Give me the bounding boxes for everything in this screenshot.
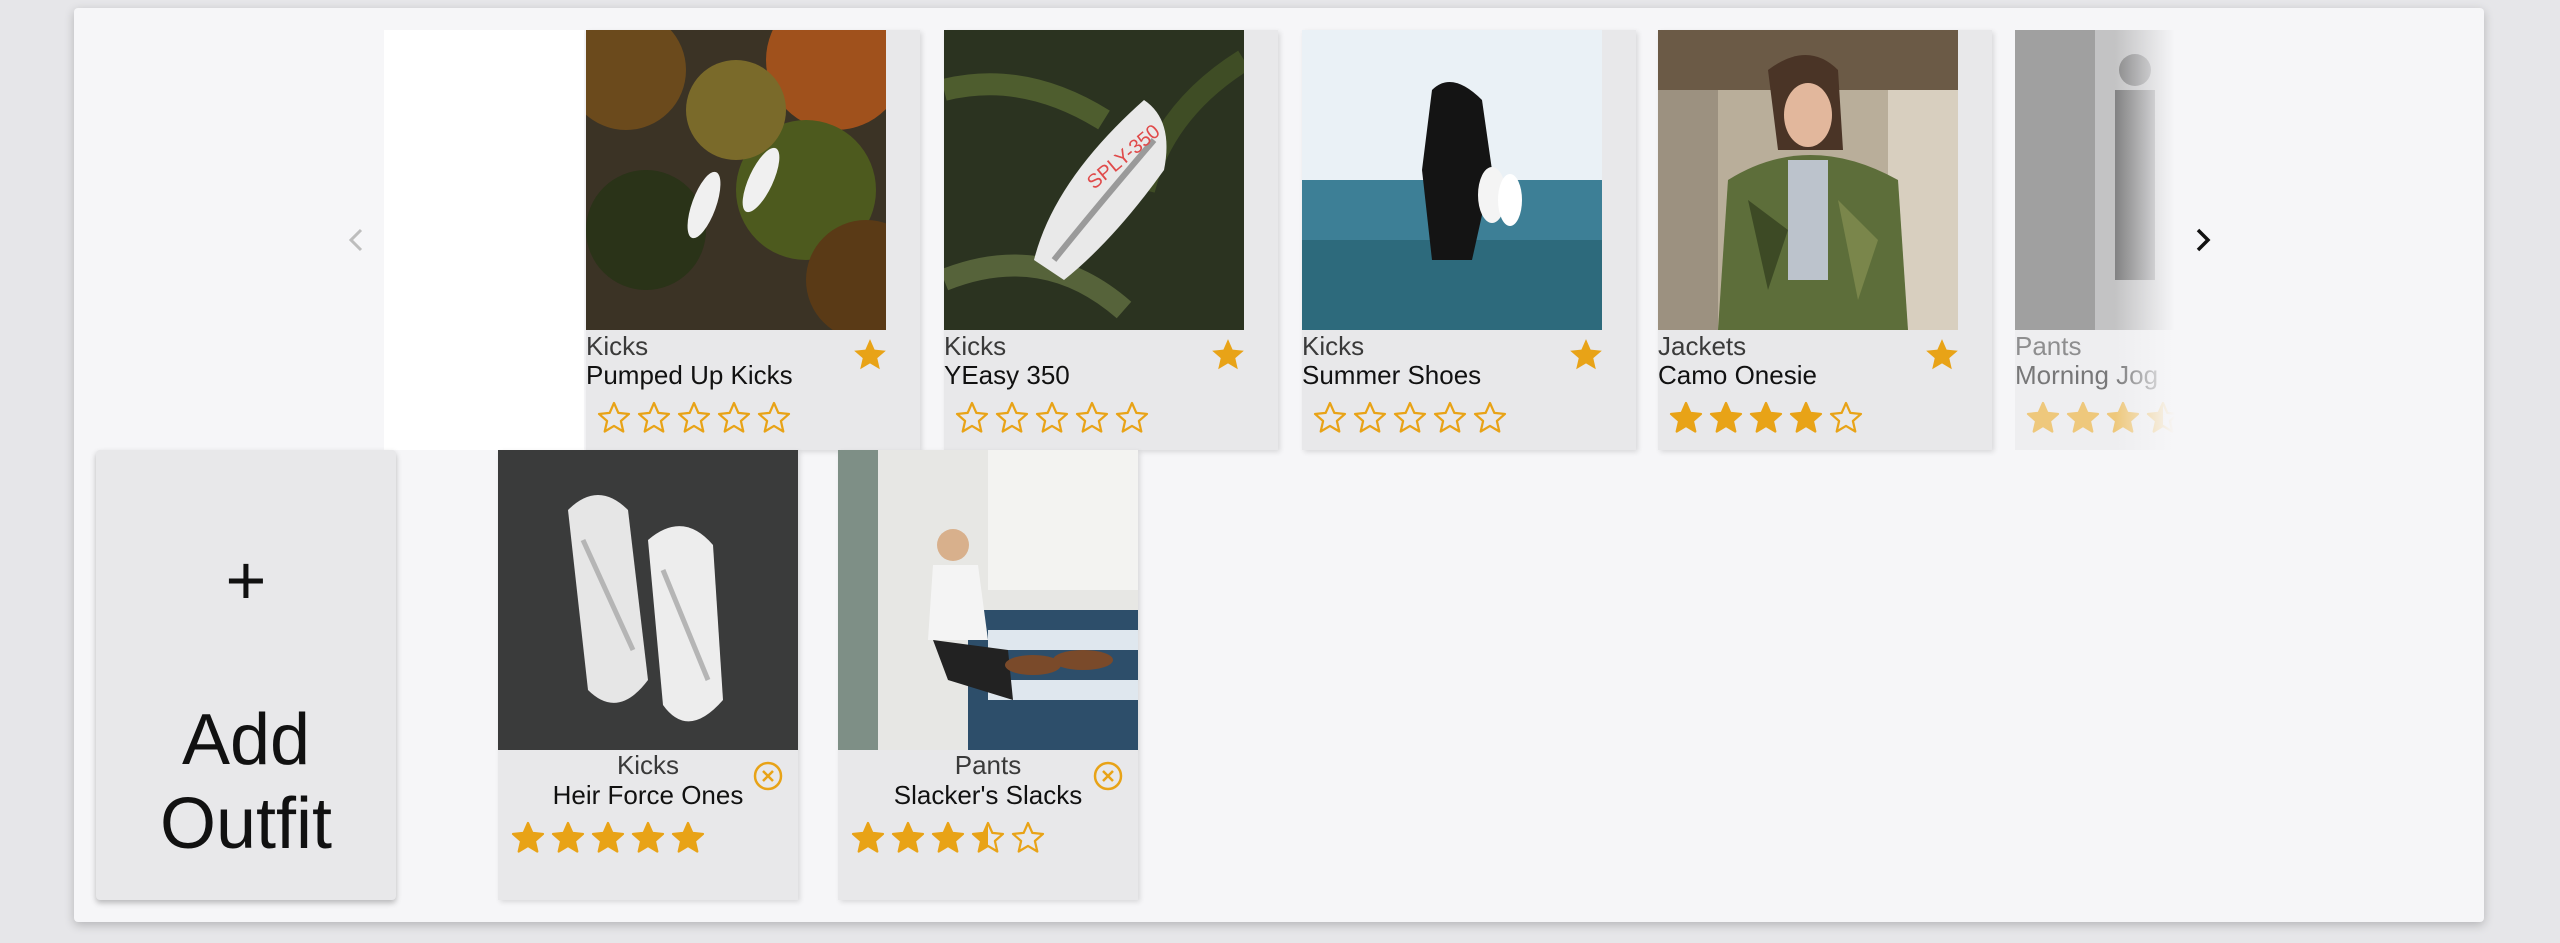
star-icon [1433, 401, 1467, 433]
star-icon [2026, 401, 2060, 433]
outfit-card[interactable]: Pants Slacker's Slacks [838, 450, 1138, 900]
product-name: Camo Onesie [1658, 360, 1817, 390]
add-outfit-label: Add Outfit [159, 700, 333, 864]
star-rating [850, 820, 1046, 856]
star-icon [757, 401, 791, 433]
star-icon [1115, 401, 1149, 433]
star-icon [1035, 401, 1069, 433]
product-image [1658, 30, 1958, 330]
star-icon [1789, 401, 1823, 433]
star-icon [891, 821, 925, 853]
star-icon [955, 401, 989, 433]
star-icon [971, 821, 1005, 853]
star-icon [931, 821, 965, 853]
star-icon [1313, 401, 1347, 433]
plus-icon: + [225, 541, 267, 619]
chevron-left-icon [348, 228, 363, 252]
star-icon [1353, 401, 1387, 433]
star-icon [995, 401, 1029, 433]
product-category: Kicks [586, 331, 649, 361]
star-icon[interactable] [1923, 336, 1961, 374]
product-image [586, 30, 886, 330]
star-icon [631, 821, 665, 853]
star-icon [511, 821, 545, 853]
star-icon [1473, 401, 1507, 433]
carousel-next-button[interactable] [2183, 220, 2223, 260]
product-name: Pumped Up Kicks [586, 360, 793, 390]
related-card[interactable]: Kicks Pumped Up Kicks [586, 30, 920, 450]
product-category: Jackets [1658, 331, 1747, 361]
star-rating [596, 400, 792, 436]
star-icon [597, 401, 631, 433]
add-outfit-button[interactable]: + Add Outfit [96, 450, 396, 900]
outfit-card[interactable]: Kicks Heir Force Ones [498, 450, 798, 900]
star-icon [671, 821, 705, 853]
product-image: SPLY-350 [944, 30, 1244, 330]
carousel-left-fade [384, 30, 584, 450]
product-image [838, 450, 1138, 750]
star-icon [1829, 401, 1863, 433]
star-icon[interactable] [851, 336, 889, 374]
close-circle-icon[interactable] [1092, 760, 1124, 792]
star-icon [551, 821, 585, 853]
related-card[interactable]: SPLY-350 Kicks YEasy 350 [944, 30, 1278, 450]
carousel-prev-button[interactable] [336, 220, 376, 260]
star-rating [510, 820, 706, 856]
star-icon [1749, 401, 1783, 433]
product-image [1302, 30, 1602, 330]
related-card[interactable]: Jackets Camo Onesie [1658, 30, 1992, 450]
star-rating [954, 400, 1150, 436]
star-icon [2066, 401, 2100, 433]
star-icon [1709, 401, 1743, 433]
product-category: Pants [2015, 331, 2082, 361]
star-icon[interactable] [1209, 336, 1247, 374]
star-icon [717, 401, 751, 433]
star-icon [851, 821, 885, 853]
close-circle-icon[interactable] [752, 760, 784, 792]
chevron-right-icon [2196, 228, 2211, 252]
product-category: Kicks [1302, 331, 1365, 361]
carousel-right-fade [2115, 30, 2175, 450]
star-icon [1669, 401, 1703, 433]
star-icon [637, 401, 671, 433]
star-icon [591, 821, 625, 853]
star-icon [1011, 821, 1045, 853]
product-name: Summer Shoes [1302, 360, 1482, 390]
product-category: Kicks [944, 331, 1007, 361]
star-icon [1075, 401, 1109, 433]
product-name: YEasy 350 [944, 360, 1070, 390]
star-icon[interactable] [1567, 336, 1605, 374]
star-icon [1393, 401, 1427, 433]
star-rating [1312, 400, 1508, 436]
related-card[interactable]: Kicks Summer Shoes [1302, 30, 1636, 450]
star-rating [1668, 400, 1864, 436]
star-icon [677, 401, 711, 433]
product-image [498, 450, 798, 750]
